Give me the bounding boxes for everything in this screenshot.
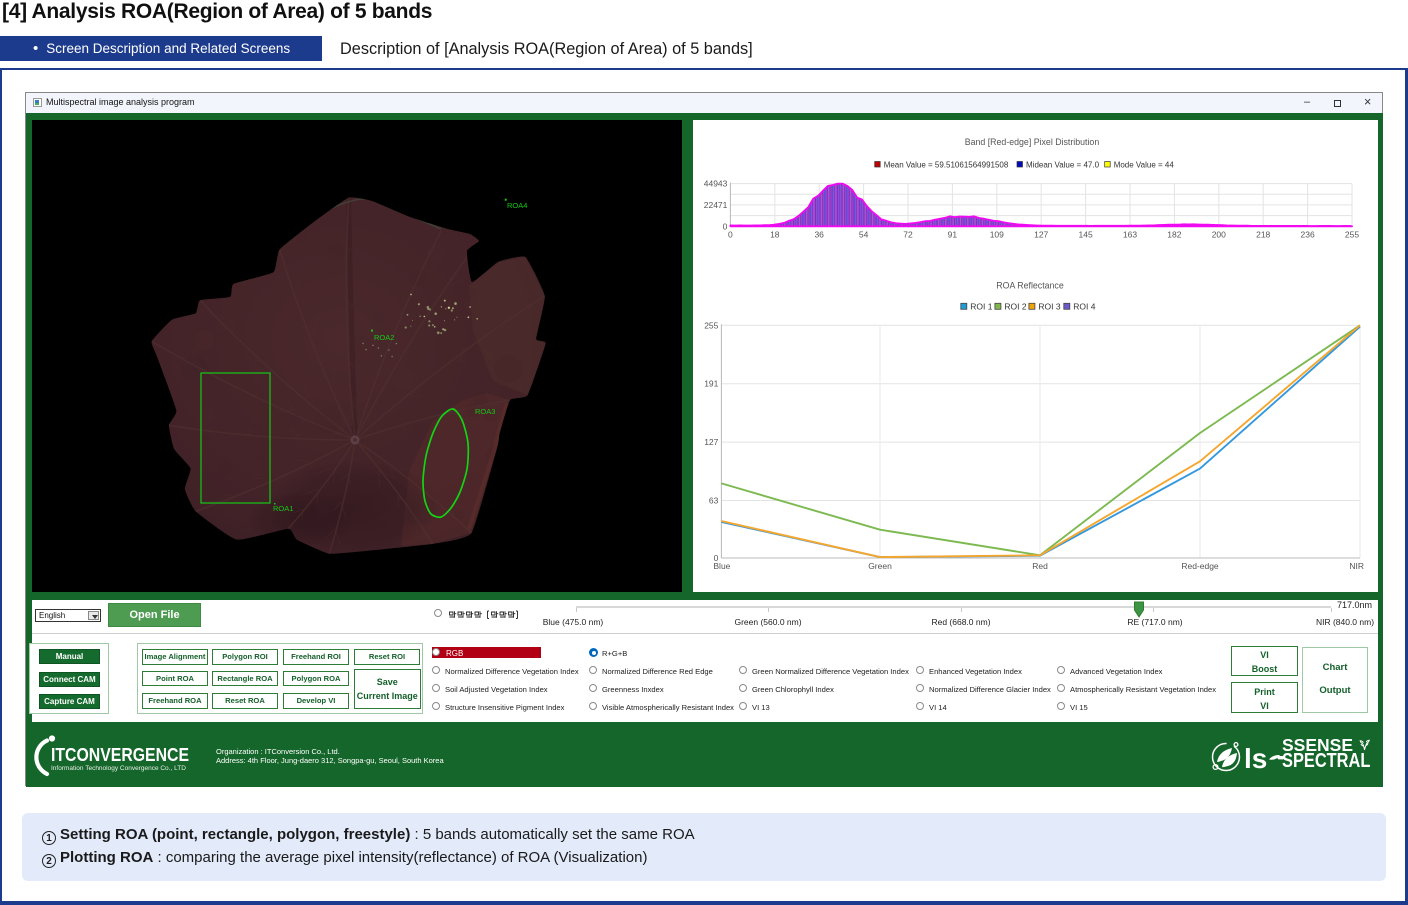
svg-text:Red-edge: Red-edge <box>1181 561 1219 571</box>
svg-text:22471: 22471 <box>704 200 728 210</box>
svg-text:0: 0 <box>723 221 728 231</box>
svg-text:255: 255 <box>1345 229 1359 239</box>
svg-text:Band [Red-edge] Pixel Distribu: Band [Red-edge] Pixel Distribution <box>965 137 1100 147</box>
svg-text:191: 191 <box>704 379 718 389</box>
svg-text:36: 36 <box>814 229 824 239</box>
svg-text:ROA4: ROA4 <box>507 201 527 210</box>
svg-text:72: 72 <box>903 229 913 239</box>
svg-text:ROA2: ROA2 <box>374 333 394 342</box>
svg-text:127: 127 <box>704 437 718 447</box>
svg-text:218: 218 <box>1256 229 1270 239</box>
svg-text:Midean Value = 47.0: Midean Value = 47.0 <box>1026 161 1100 170</box>
svg-text:Red: Red <box>1032 561 1048 571</box>
svg-text:236: 236 <box>1301 229 1315 239</box>
svg-text:Blue: Blue <box>713 561 730 571</box>
svg-text:NIR: NIR <box>1349 561 1364 571</box>
svg-text:18: 18 <box>770 229 780 239</box>
svg-text:200: 200 <box>1212 229 1226 239</box>
svg-text:0: 0 <box>728 229 733 239</box>
svg-text:127: 127 <box>1034 229 1048 239</box>
svg-text:91: 91 <box>948 229 958 239</box>
svg-text:ROI 2: ROI 2 <box>1004 302 1026 312</box>
svg-text:ROI 3: ROI 3 <box>1038 302 1060 312</box>
svg-text:163: 163 <box>1123 229 1137 239</box>
svg-text:Mode Value = 44: Mode Value = 44 <box>1114 161 1175 170</box>
svg-text:ROA Reflectance: ROA Reflectance <box>996 281 1064 291</box>
svg-text:ls: ls <box>1244 743 1267 774</box>
svg-text:145: 145 <box>1079 229 1093 239</box>
svg-text:63: 63 <box>709 496 719 506</box>
svg-text:ROI 4: ROI 4 <box>1073 302 1095 312</box>
svg-text:ROI 1: ROI 1 <box>970 302 992 312</box>
svg-text:Mean Value = 59.51061564991508: Mean Value = 59.51061564991508 <box>884 161 1009 170</box>
svg-text:255: 255 <box>704 320 718 330</box>
svg-text:44943: 44943 <box>704 179 728 189</box>
svg-text:109: 109 <box>990 229 1004 239</box>
svg-text:ROA3: ROA3 <box>475 407 495 416</box>
svg-text:Green: Green <box>868 561 892 571</box>
svg-text:ROA1: ROA1 <box>273 504 293 513</box>
svg-text:182: 182 <box>1167 229 1181 239</box>
svg-text:54: 54 <box>859 229 869 239</box>
